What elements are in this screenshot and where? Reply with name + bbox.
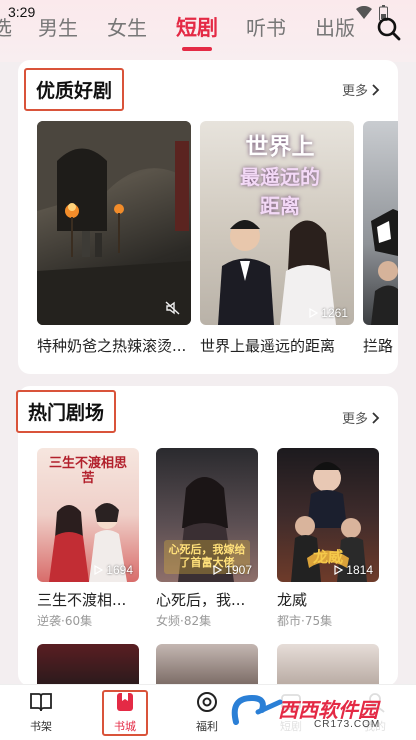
watermark-url: CR173.COM <box>314 719 381 730</box>
drama-title[interactable]: 拦路 <box>363 335 398 356</box>
active-tab-indicator <box>182 47 212 51</box>
muted-icon[interactable] <box>165 301 181 315</box>
nav-label: 书架 <box>30 720 52 733</box>
view-count-value: 1907 <box>225 563 252 577</box>
tab-female[interactable]: 女生 <box>107 12 147 41</box>
play-icon <box>213 565 223 575</box>
more-link-hot[interactable]: 更多 <box>342 408 380 427</box>
view-count: 1261 <box>308 306 348 320</box>
drama-title[interactable]: 心死后，我... <box>156 589 260 610</box>
play-icon <box>309 308 319 318</box>
drama-poster[interactable] <box>37 121 191 325</box>
drama-poster[interactable] <box>277 644 379 686</box>
active-nav-highlight <box>102 690 148 736</box>
drama-poster[interactable]: 龙威 1814 <box>277 448 379 582</box>
more-link-featured[interactable]: 更多 <box>342 80 380 99</box>
category-tabs: 选 男生 女生 短剧 听书 出版 <box>0 12 372 52</box>
poster-characters <box>49 503 127 582</box>
view-count-value: 1261 <box>321 306 348 320</box>
featured-dramas-card: 优质好剧 更多 特种奶爸之热辣滚烫... 世界上 最遥远的 距离 1261 世界… <box>18 60 398 374</box>
view-count-value: 1694 <box>106 563 133 577</box>
more-label: 更多 <box>341 412 368 427</box>
watermark: 西西软件园 CR173.COM <box>222 688 416 740</box>
drama-poster[interactable]: 三生不渡相思苦 1694 <box>37 448 139 582</box>
drama-title[interactable]: 世界上最遥远的距离 <box>200 335 358 356</box>
section-title-featured: 优质好剧 <box>24 68 125 111</box>
chevron-right-icon <box>372 83 380 96</box>
play-icon <box>94 565 104 575</box>
drama-poster[interactable] <box>363 121 398 325</box>
tab-audiobook[interactable]: 听书 <box>246 12 286 41</box>
chevron-right-icon <box>372 411 380 424</box>
more-label: 更多 <box>341 84 368 99</box>
tab-short-drama[interactable]: 短剧 <box>176 12 218 42</box>
book-open-icon <box>30 693 52 712</box>
drama-genre-episodes: 都市·75集 <box>277 614 333 628</box>
target-icon <box>197 692 217 712</box>
drama-genre-episodes: 逆袭·60集 <box>37 614 93 628</box>
tab-male[interactable]: 男生 <box>38 12 78 41</box>
view-count-value: 1814 <box>346 563 373 577</box>
nav-bookshelf[interactable]: 书架 <box>18 691 64 734</box>
section-title-hot: 热门剧场 <box>16 390 117 433</box>
drama-genre-episodes: 女频·82集 <box>156 614 212 628</box>
poster-partial-art <box>371 209 398 325</box>
view-count: 1694 <box>93 563 133 577</box>
drama-poster[interactable] <box>37 644 139 686</box>
view-count: 1814 <box>333 563 373 577</box>
tab-selected-prev[interactable]: 选 <box>0 12 12 41</box>
drama-title[interactable]: 特种奶爸之热辣滚烫... <box>37 335 195 356</box>
drama-poster[interactable] <box>156 644 258 686</box>
drama-title[interactable]: 龙威 <box>277 589 381 610</box>
poster-scene <box>37 121 191 325</box>
search-button[interactable] <box>376 16 402 42</box>
view-count: 1907 <box>212 563 252 577</box>
hot-theater-card: 热门剧场 更多 三生不渡相思苦 1694 三生不渡相... 逆袭·60集 心死后… <box>16 386 398 686</box>
search-icon <box>377 17 401 41</box>
tab-publishing[interactable]: 出版 <box>315 12 355 41</box>
poster-characters <box>218 220 336 325</box>
drama-poster[interactable]: 世界上 最遥远的 距离 1261 <box>200 121 354 325</box>
drama-poster[interactable]: 心死后，我嫁给了首富大佬 1907 <box>156 448 258 582</box>
drama-title[interactable]: 三生不渡相... <box>37 589 141 610</box>
play-icon <box>334 565 344 575</box>
